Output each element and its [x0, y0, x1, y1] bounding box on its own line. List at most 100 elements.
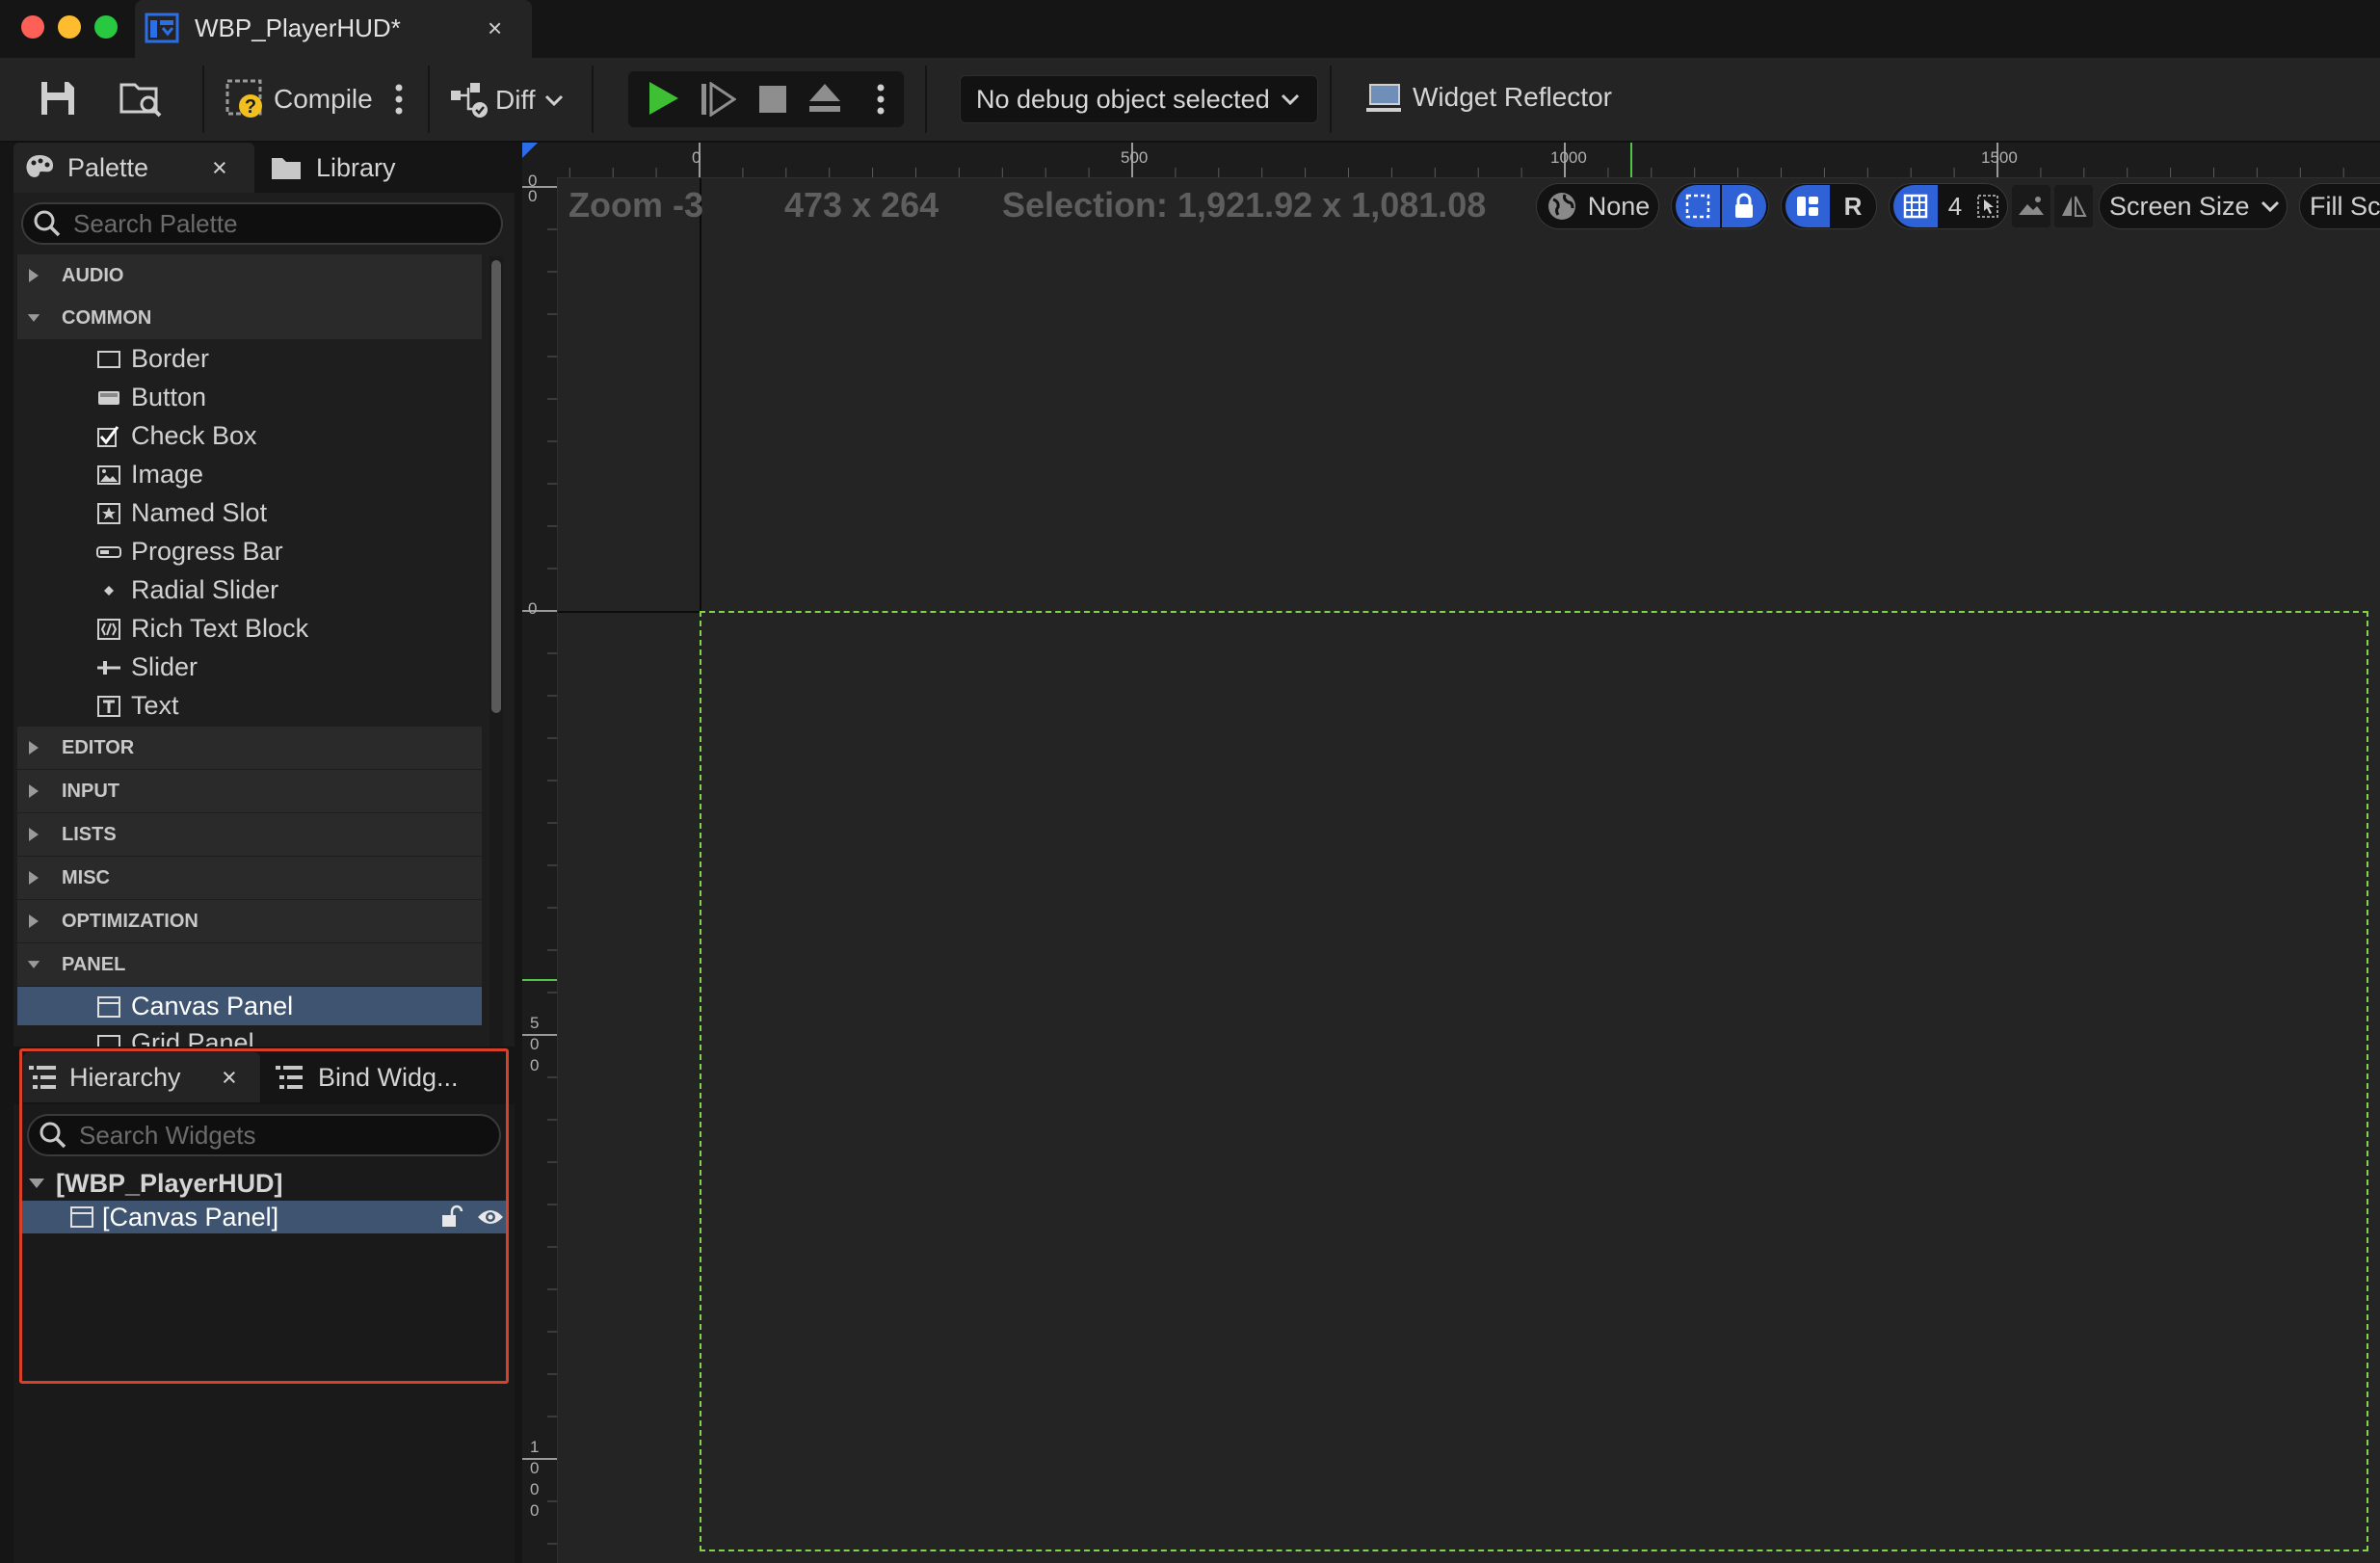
- ruler-v-label-1000-c: 0: [530, 1480, 540, 1498]
- caret-right-icon: [29, 784, 39, 798]
- palette-item-label: Progress Bar: [131, 537, 283, 566]
- palette-item-slider[interactable]: Slider: [17, 648, 482, 686]
- select-mode-button[interactable]: [1970, 185, 2005, 227]
- category-common[interactable]: COMMON: [17, 297, 482, 339]
- palette-item-radial-slider[interactable]: Radial Slider: [17, 570, 482, 609]
- ruler-v-label-top: 0: [528, 187, 538, 205]
- palette-item-label: Button: [131, 383, 207, 411]
- panel-splitter[interactable]: [515, 143, 522, 1563]
- palette-item-image[interactable]: Image: [17, 455, 482, 493]
- palette-search-input[interactable]: Search Palette: [21, 202, 503, 245]
- layout-toggle-group: R: [1781, 183, 1877, 229]
- category-optimization[interactable]: OPTIMIZATION: [17, 900, 482, 942]
- palette-icon: [26, 155, 54, 177]
- grid-snap-value[interactable]: 4: [1944, 185, 1967, 227]
- layout-mode-toggle[interactable]: [1785, 185, 1830, 227]
- debug-object-dropdown[interactable]: No debug object selected: [960, 75, 1318, 123]
- category-panel[interactable]: PANEL: [17, 943, 482, 986]
- maximize-window-button[interactable]: [94, 15, 118, 39]
- save-button[interactable]: [39, 79, 77, 118]
- category-lists[interactable]: LISTS: [17, 813, 482, 856]
- compile-options-button[interactable]: [393, 83, 405, 116]
- palette-item-named-slot[interactable]: Named Slot: [17, 493, 482, 532]
- tab-palette[interactable]: Palette ×: [13, 143, 254, 193]
- vertical-ruler: 0 0 0 5 0 0 1 0 0 0: [522, 172, 558, 1563]
- asset-tab[interactable]: WBP_PlayerHUD* ×: [135, 0, 532, 58]
- category-label: PANEL: [62, 953, 126, 975]
- palette-item-button[interactable]: Button: [17, 378, 482, 416]
- category-label: LISTS: [62, 823, 117, 845]
- palette-item-label: Check Box: [131, 421, 257, 450]
- play-button[interactable]: [646, 79, 680, 118]
- palette-item-label: Radial Slider: [131, 575, 279, 604]
- widget-blueprint-icon: [145, 13, 179, 43]
- category-label: AUDIO: [62, 264, 124, 286]
- flip-preview-button[interactable]: [2054, 185, 2093, 227]
- play-controls: [628, 71, 904, 127]
- horizontal-ruler: 0 500 1000 1500: [557, 143, 2380, 178]
- palette-item-progress-bar[interactable]: Progress Bar: [17, 532, 482, 570]
- lock-toggle[interactable]: [1722, 185, 1766, 227]
- palette-scrollbar-thumb[interactable]: [491, 260, 501, 713]
- caret-down-icon: [27, 961, 40, 968]
- designer-viewport[interactable]: 0 500 1000 1500 0 0 0 5 0 0 1 0 0 0 Zoom…: [522, 143, 2380, 1563]
- folder-icon: [272, 158, 301, 179]
- border-icon: [97, 351, 120, 368]
- localization-label: None: [1587, 191, 1651, 221]
- palette-scrollbar-track[interactable]: [489, 256, 503, 1046]
- compile-button[interactable]: ? Compile: [225, 79, 373, 119]
- respect-locks-toggle[interactable]: [1676, 185, 1720, 227]
- fill-screen-label: Fill Sc: [2310, 191, 2380, 221]
- reset-layout-button[interactable]: R: [1832, 185, 1874, 227]
- ruler-v-label-1000-b: 0: [530, 1459, 540, 1477]
- category-editor[interactable]: EDITOR: [17, 727, 482, 769]
- chevron-down-icon: [1281, 93, 1299, 106]
- title-bar: WBP_PlayerHUD* ×: [0, 0, 2380, 58]
- stop-button[interactable]: [757, 84, 788, 115]
- palette-item-canvas-panel[interactable]: Canvas Panel: [17, 987, 482, 1025]
- cursor-select-icon: [1977, 195, 1998, 218]
- canvas-bounds[interactable]: [700, 611, 2368, 1551]
- eject-button[interactable]: [807, 81, 842, 116]
- tab-palette-close-button[interactable]: ×: [212, 153, 227, 183]
- minimize-window-button[interactable]: [58, 15, 81, 39]
- category-audio[interactable]: AUDIO: [17, 254, 482, 297]
- ruler-label-1000: 1000: [1550, 148, 1587, 167]
- grid-panel-icon: [97, 1035, 120, 1046]
- globe-icon: [1547, 193, 1575, 220]
- close-window-button[interactable]: [21, 15, 44, 39]
- category-label: OPTIMIZATION: [62, 910, 198, 932]
- fill-screen-dropdown[interactable]: Fill Sc: [2299, 183, 2380, 229]
- tab-library[interactable]: Library: [266, 143, 507, 193]
- caret-right-icon: [29, 269, 39, 282]
- caret-down-icon: [27, 314, 40, 322]
- palette-item-border[interactable]: Border: [17, 339, 482, 378]
- snap-lock-group: [1671, 183, 1769, 229]
- image-icon: [97, 465, 120, 485]
- chevron-down-icon: [544, 94, 563, 107]
- category-input[interactable]: INPUT: [17, 770, 482, 812]
- diff-icon: [451, 83, 488, 118]
- button-icon: [98, 391, 119, 405]
- screen-size-dropdown[interactable]: Screen Size: [2099, 183, 2287, 229]
- palette-item-grid-panel[interactable]: Grid Panel: [17, 1025, 482, 1046]
- dashed-select-icon: [1685, 194, 1710, 219]
- step-button[interactable]: [700, 82, 736, 117]
- slider-icon: [97, 661, 120, 675]
- palette-item-rich-text-block[interactable]: Rich Text Block: [17, 609, 482, 648]
- palette-item-label: Canvas Panel: [131, 992, 294, 1020]
- palette-item-text[interactable]: Text: [17, 686, 482, 725]
- widget-reflector-button[interactable]: Widget Reflector: [1364, 81, 1612, 114]
- grid-snap-toggle[interactable]: [1893, 185, 1938, 227]
- horizontal-ruler-ticks: [569, 143, 2344, 177]
- diff-button[interactable]: Diff: [449, 81, 565, 119]
- background-preview-button[interactable]: [2012, 185, 2050, 227]
- play-options-button[interactable]: [875, 83, 886, 116]
- category-misc[interactable]: MISC: [17, 857, 482, 899]
- browse-button[interactable]: [119, 77, 164, 119]
- localization-preview-toggle[interactable]: None: [1536, 183, 1659, 229]
- compile-status-icon: ?: [225, 79, 262, 118]
- tab-close-button[interactable]: ×: [488, 13, 502, 43]
- palette-item-check-box[interactable]: Check Box: [17, 416, 482, 455]
- category-label: INPUT: [62, 780, 119, 802]
